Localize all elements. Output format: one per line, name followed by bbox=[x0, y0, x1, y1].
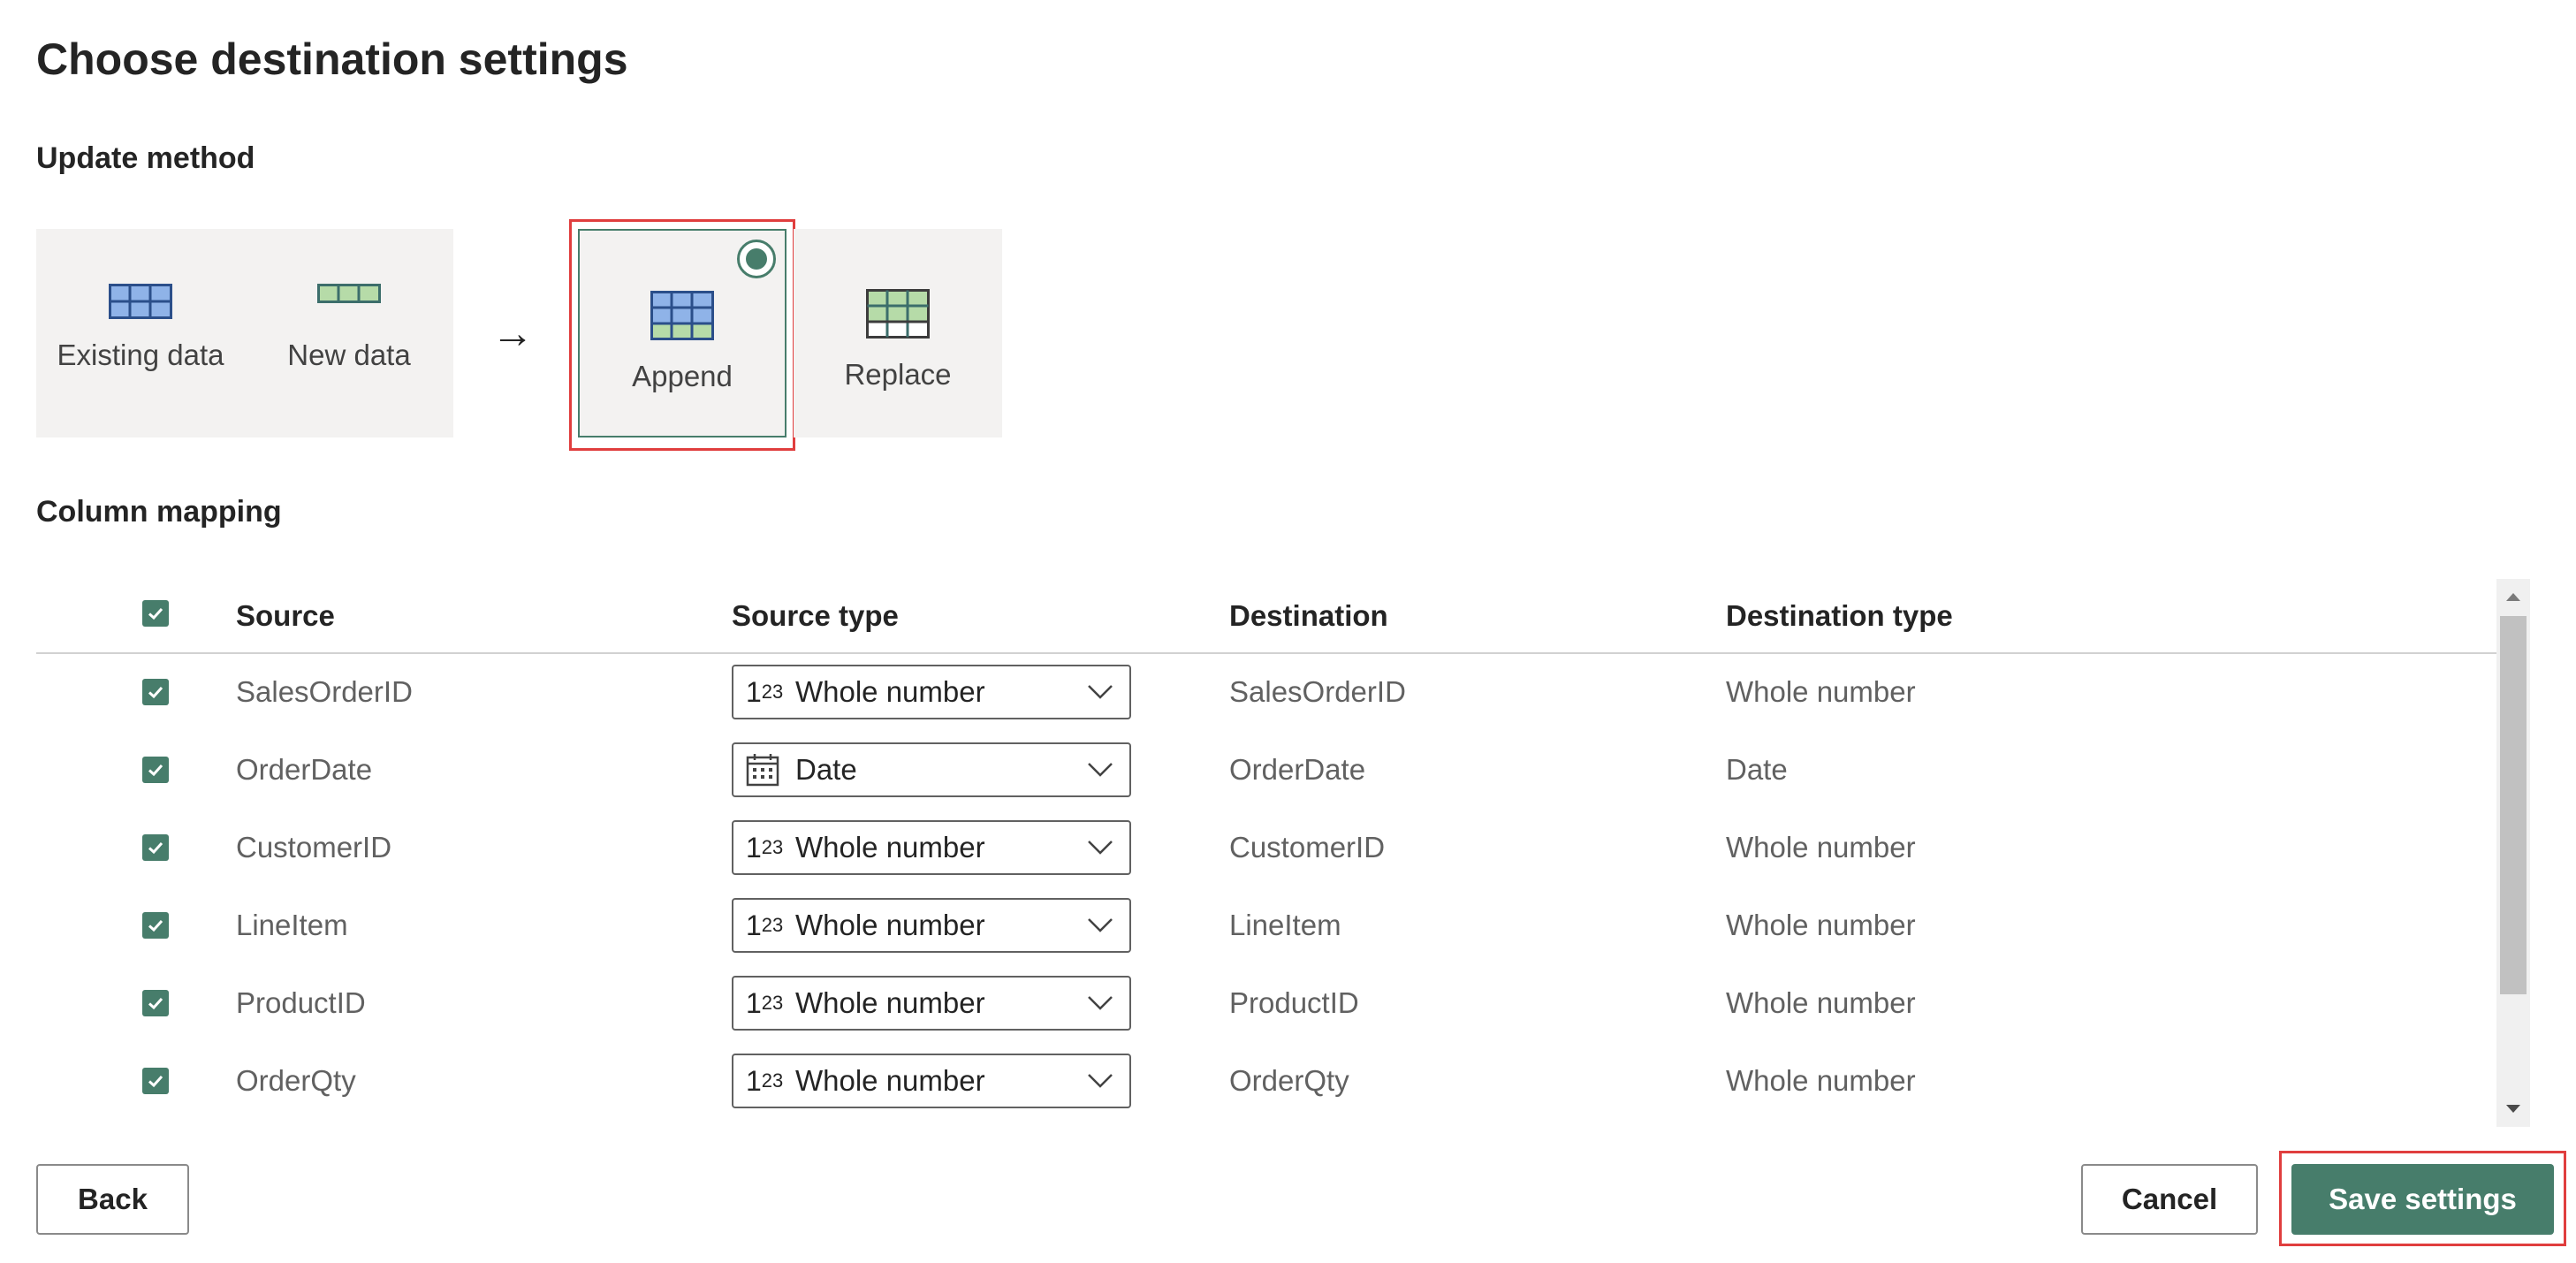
row-checkbox[interactable] bbox=[142, 679, 169, 705]
replace-label: Replace bbox=[844, 358, 952, 391]
whole-number-icon: 123 bbox=[746, 909, 784, 941]
arrow-right-icon: → bbox=[491, 310, 534, 357]
new-data-item: New data bbox=[270, 284, 429, 372]
replace-table-icon bbox=[866, 289, 930, 339]
chevron-down-icon bbox=[1087, 1073, 1113, 1089]
source-cell: SalesOrderID bbox=[236, 675, 413, 708]
row-checkbox[interactable] bbox=[142, 1068, 169, 1094]
destination-cell: OrderDate bbox=[1229, 753, 1366, 786]
row-checkbox[interactable] bbox=[142, 757, 169, 783]
header-destination-type: Destination type bbox=[1726, 599, 1953, 632]
source-cell: CustomerID bbox=[236, 831, 392, 864]
column-mapping-label: Column mapping bbox=[36, 495, 282, 529]
checkmark-icon bbox=[148, 997, 163, 1010]
new-data-table-icon bbox=[317, 284, 381, 303]
source-cell: OrderQty bbox=[236, 1064, 356, 1097]
source-cell: OrderDate bbox=[236, 753, 373, 786]
chevron-down-icon bbox=[1087, 917, 1113, 933]
destination-type-cell: Whole number bbox=[1726, 675, 1916, 708]
checkmark-icon bbox=[148, 764, 163, 777]
source-type-dropdown[interactable]: 123 Whole number bbox=[732, 1054, 1131, 1108]
existing-data-table-icon bbox=[109, 284, 172, 319]
cancel-button[interactable]: Cancel bbox=[2081, 1164, 2258, 1235]
back-button[interactable]: Back bbox=[36, 1164, 189, 1235]
destination-type-cell: Whole number bbox=[1726, 1064, 1916, 1097]
row-checkbox[interactable] bbox=[142, 834, 169, 861]
chevron-down-icon bbox=[1087, 684, 1113, 700]
source-type-value: Whole number bbox=[795, 1064, 985, 1097]
source-type-value: Whole number bbox=[795, 986, 985, 1019]
source-type-value: Whole number bbox=[795, 675, 985, 708]
row-checkbox[interactable] bbox=[142, 990, 169, 1016]
source-type-dropdown[interactable]: 123 Whole number bbox=[732, 820, 1131, 875]
whole-number-icon: 123 bbox=[746, 1064, 784, 1097]
source-type-value: Whole number bbox=[795, 909, 985, 941]
checkmark-icon bbox=[148, 841, 163, 855]
select-all-checkbox[interactable] bbox=[142, 600, 169, 627]
whole-number-icon: 123 bbox=[746, 986, 784, 1019]
checkmark-icon bbox=[148, 607, 163, 620]
destination-cell: SalesOrderID bbox=[1229, 675, 1406, 708]
update-method-label: Update method bbox=[36, 141, 255, 175]
header-destination: Destination bbox=[1229, 599, 1388, 632]
page-title: Choose destination settings bbox=[36, 34, 628, 84]
checkmark-icon bbox=[148, 1075, 163, 1088]
destination-type-cell: Whole number bbox=[1726, 831, 1916, 864]
replace-option[interactable]: Replace bbox=[794, 229, 1002, 437]
destination-cell: CustomerID bbox=[1229, 831, 1386, 864]
source-type-value: Date bbox=[795, 753, 857, 786]
header-source-type: Source type bbox=[732, 599, 899, 632]
source-type-dropdown[interactable]: Date bbox=[732, 742, 1131, 797]
whole-number-icon: 123 bbox=[746, 675, 784, 708]
source-type-dropdown[interactable]: 123 Whole number bbox=[732, 976, 1131, 1031]
destination-cell: OrderQty bbox=[1229, 1064, 1349, 1097]
existing-data-item: Existing data bbox=[57, 284, 224, 372]
chevron-down-icon bbox=[1087, 840, 1113, 856]
chevron-down-icon bbox=[1087, 995, 1113, 1011]
destination-type-cell: Date bbox=[1726, 753, 1788, 786]
chevron-down-icon bbox=[1087, 762, 1113, 778]
scroll-down-icon[interactable] bbox=[2500, 1096, 2527, 1122]
header-source: Source bbox=[236, 599, 335, 632]
existing-data-label: Existing data bbox=[57, 339, 224, 371]
whole-number-icon: 123 bbox=[746, 831, 784, 864]
append-highlight bbox=[569, 219, 795, 451]
destination-type-cell: Whole number bbox=[1726, 986, 1916, 1019]
checkmark-icon bbox=[148, 919, 163, 932]
source-type-dropdown[interactable]: 123 Whole number bbox=[732, 665, 1131, 719]
source-type-value: Whole number bbox=[795, 831, 985, 864]
source-type-dropdown[interactable]: 123 Whole number bbox=[732, 898, 1131, 953]
scroll-up-icon[interactable] bbox=[2500, 583, 2527, 610]
destination-cell: LineItem bbox=[1229, 909, 1341, 941]
save-highlight bbox=[2279, 1151, 2566, 1246]
source-cell: ProductID bbox=[236, 986, 366, 1019]
checkmark-icon bbox=[148, 686, 163, 699]
calendar-icon bbox=[746, 753, 790, 787]
destination-type-cell: Whole number bbox=[1726, 909, 1916, 941]
header-divider bbox=[36, 652, 2497, 654]
new-data-label: New data bbox=[287, 339, 411, 371]
source-cell: LineItem bbox=[236, 909, 348, 941]
update-method-illustration: Existing data New data bbox=[36, 229, 453, 437]
destination-cell: ProductID bbox=[1229, 986, 1359, 1019]
row-checkbox[interactable] bbox=[142, 912, 169, 939]
scrollbar-thumb[interactable] bbox=[2500, 616, 2527, 994]
